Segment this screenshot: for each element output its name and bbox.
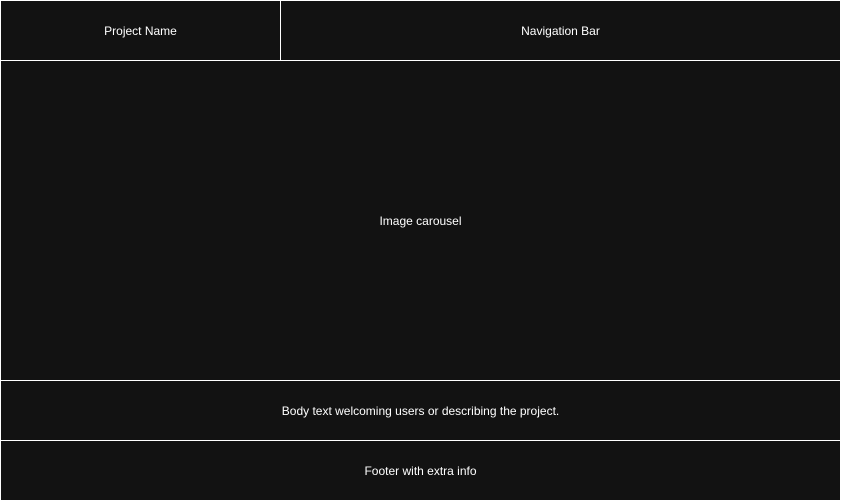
body-text-label: Body text welcoming users or describing … (281, 403, 560, 418)
body-text-panel: Body text welcoming users or describing … (1, 381, 840, 440)
navigation-bar[interactable]: Navigation Bar (281, 1, 840, 60)
navigation-bar-label: Navigation Bar (521, 23, 600, 38)
project-name-label: Project Name (104, 23, 177, 38)
image-carousel-label: Image carousel (379, 213, 462, 228)
project-name-panel[interactable]: Project Name (1, 1, 280, 60)
footer-label: Footer with extra info (364, 463, 477, 478)
footer: Footer with extra info (1, 441, 840, 500)
image-carousel[interactable]: Image carousel (1, 61, 840, 380)
wireframe-page: Project Name Navigation Bar Image carous… (0, 0, 841, 501)
